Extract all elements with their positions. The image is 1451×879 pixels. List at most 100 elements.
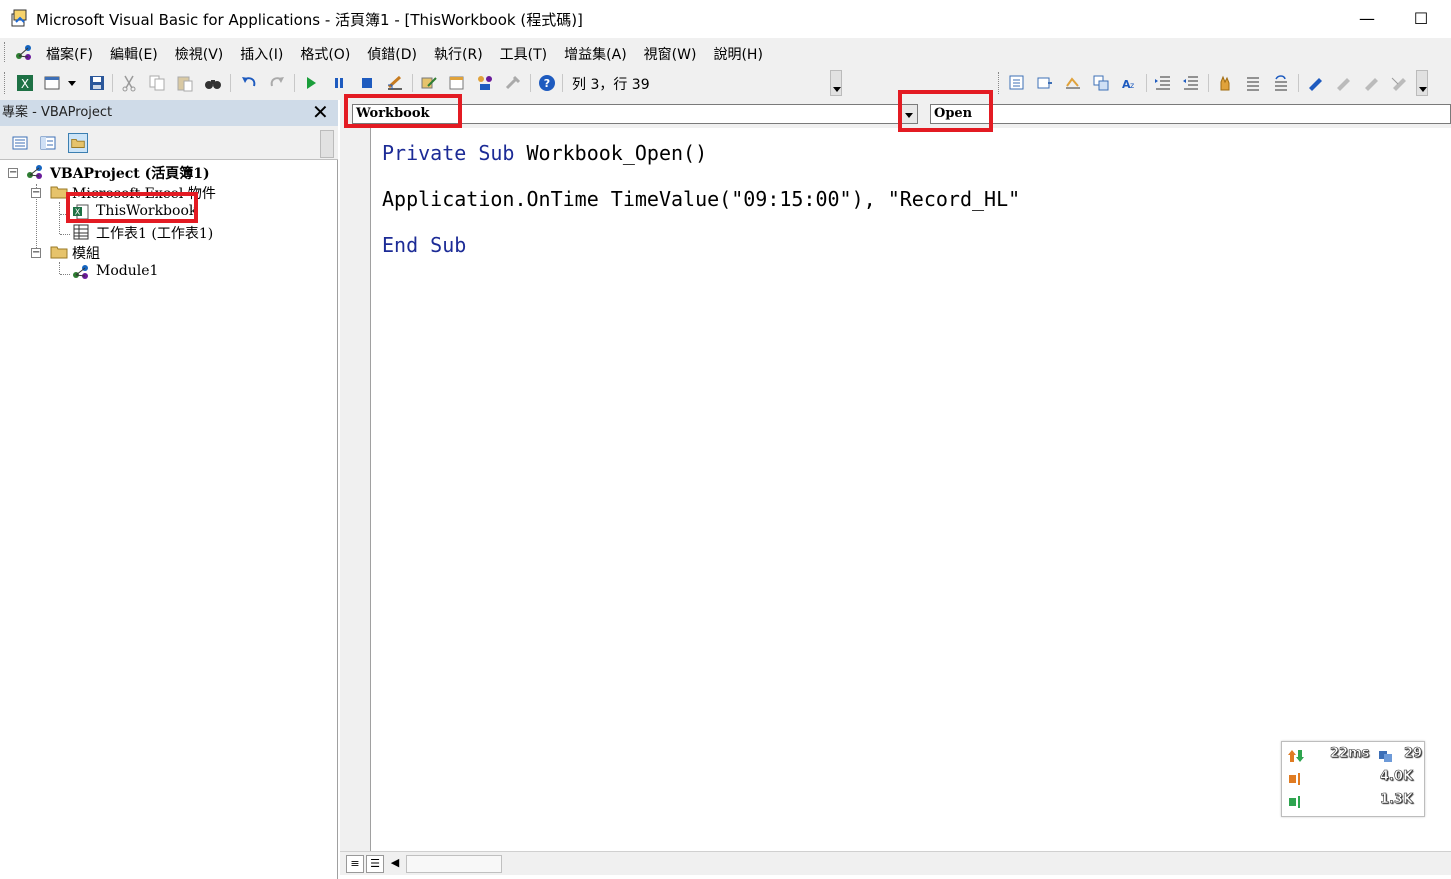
menu-view[interactable]: 檢視(V) [175,44,232,64]
edit-toolbar-options-chevron[interactable] [1416,70,1428,96]
net-count: 29 [1404,746,1423,762]
menu-window[interactable]: 視窗(W) [644,44,705,64]
find-icon[interactable] [204,74,222,92]
view-object-icon[interactable] [38,133,58,153]
object-browser-icon[interactable] [476,74,494,92]
menu-debug[interactable]: 偵錯(D) [367,44,425,64]
project-explorer-icon[interactable] [420,74,438,92]
full-module-view-icon[interactable]: ☰ [366,855,384,873]
procedure-view-icon[interactable]: ≡ [346,855,364,873]
net-upload-row: 4.0K [1288,769,1420,789]
kw-private: Private [382,141,467,165]
list-constants-icon[interactable] [1036,74,1054,92]
tree-sheet1[interactable]: 工作表1 (工作表1) [96,223,213,243]
vba-module-icon[interactable] [14,42,34,62]
procedure-combo[interactable]: Open [930,104,1451,124]
dropdown-arrow-icon[interactable] [66,74,78,92]
scroll-thumb[interactable] [406,855,502,873]
toolbar-grip[interactable] [4,72,7,94]
highlight-procedure-combo [898,90,993,132]
network-meter-widget[interactable]: 22ms 29 4.0K 1.3K [1281,741,1425,817]
menu-help[interactable]: 說明(H) [713,44,770,64]
vbaproject-icon [27,165,42,179]
excel-objects-collapse-toggle[interactable]: − [31,188,41,198]
menu-run[interactable]: 執行(R) [434,44,491,64]
next-bookmark-icon[interactable] [1334,74,1352,92]
redo-icon[interactable] [268,74,286,92]
menu-tools[interactable]: 工具(T) [500,44,555,64]
toolbar-options-chevron[interactable] [830,70,842,96]
parameter-info-icon[interactable] [1092,74,1110,92]
view-code-icon[interactable] [10,133,30,153]
help-icon[interactable]: ? [538,74,556,92]
svg-text:X: X [21,77,29,91]
toggle-folders-icon[interactable] [68,133,88,153]
project-pane-title: 專案 - VBAProject [2,105,113,120]
net-download: 1.3K [1380,792,1414,808]
menu-addins[interactable]: 增益集(A) [564,44,635,64]
menu-insert[interactable]: 插入(I) [240,44,291,64]
root-collapse-toggle[interactable]: − [8,168,18,178]
cut-icon[interactable] [120,74,138,92]
worksheet-icon [73,224,89,240]
outdent-icon[interactable] [1182,74,1200,92]
save-icon[interactable] [88,74,106,92]
connections-icon [1379,751,1392,762]
download-icon [1289,796,1300,808]
design-mode-icon[interactable] [386,74,404,92]
net-latency: 22ms [1330,746,1370,762]
net-upload: 4.0K [1380,769,1414,785]
svg-text:?: ? [544,77,550,90]
reset-icon[interactable] [358,74,376,92]
net-latency-row: 22ms 29 [1288,746,1423,766]
menu-file[interactable]: 檔案(F) [46,44,101,64]
view-excel-icon[interactable]: X [16,74,34,92]
svg-text:z: z [1130,81,1134,90]
indent-icon[interactable] [1154,74,1172,92]
copy-icon[interactable] [148,74,166,92]
menu-grip[interactable] [4,42,7,62]
tree-modules[interactable]: 模組 [72,243,100,263]
menu-edit[interactable]: 編輯(E) [110,44,166,64]
vba-app-icon [11,9,27,27]
modules-collapse-toggle[interactable]: − [31,248,41,258]
project-pane-toolbar [0,126,338,160]
margin-indicator-bar[interactable] [340,128,371,851]
break-icon[interactable] [330,74,348,92]
upload-icon [1289,773,1300,785]
standard-toolbar: X ? 列 3，行 39 Az [0,66,1451,100]
toolbox-icon[interactable] [504,74,522,92]
scroll-left-icon[interactable]: ◀ [386,855,404,873]
highlight-object-combo [344,94,462,128]
clear-bookmarks-icon[interactable] [1390,74,1408,92]
menu-bar: 檔案(F) 編輯(E) 檢視(V) 插入(I) 格式(O) 偵錯(D) 執行(R… [0,38,1451,66]
run-icon[interactable] [302,74,320,92]
code-line-2: Application.OnTime TimeValue("09:15:00")… [382,187,1021,211]
close-pane-icon[interactable]: ✕ [312,102,332,122]
undo-icon[interactable] [240,74,258,92]
list-properties-icon[interactable] [1008,74,1026,92]
previous-bookmark-icon[interactable] [1362,74,1380,92]
uncomment-block-icon[interactable] [1272,74,1290,92]
tree-root-vbaproject[interactable]: VBAProject (活頁簿1) [50,163,210,183]
horizontal-scrollbar[interactable]: ≡ ☰ ◀ [340,851,1451,875]
paste-icon[interactable] [176,74,194,92]
kw-end: End [382,233,419,257]
quick-info-icon[interactable] [1064,74,1082,92]
code-editor[interactable]: Private Sub Workbook_Open() Application.… [382,130,1020,268]
edit-toolbar-grip[interactable] [998,72,1001,94]
comment-block-icon[interactable] [1244,74,1262,92]
insert-userform-icon[interactable] [44,74,62,92]
maximize-button[interactable]: ☐ [1410,8,1432,30]
complete-word-icon[interactable]: Az [1120,74,1138,92]
tree-module1[interactable]: Module1 [96,263,158,279]
project-pane-header: 專案 - VBAProject ✕ [0,100,338,126]
project-toolbar-chevron[interactable] [320,130,334,158]
properties-window-icon[interactable] [448,74,466,92]
module-icon [73,265,88,279]
toggle-breakpoint-icon[interactable] [1216,74,1234,92]
kw-sub: Sub [478,141,515,165]
toggle-bookmark-icon[interactable] [1306,74,1324,92]
menu-format[interactable]: 格式(O) [300,44,358,64]
minimize-button[interactable]: — [1356,8,1378,30]
